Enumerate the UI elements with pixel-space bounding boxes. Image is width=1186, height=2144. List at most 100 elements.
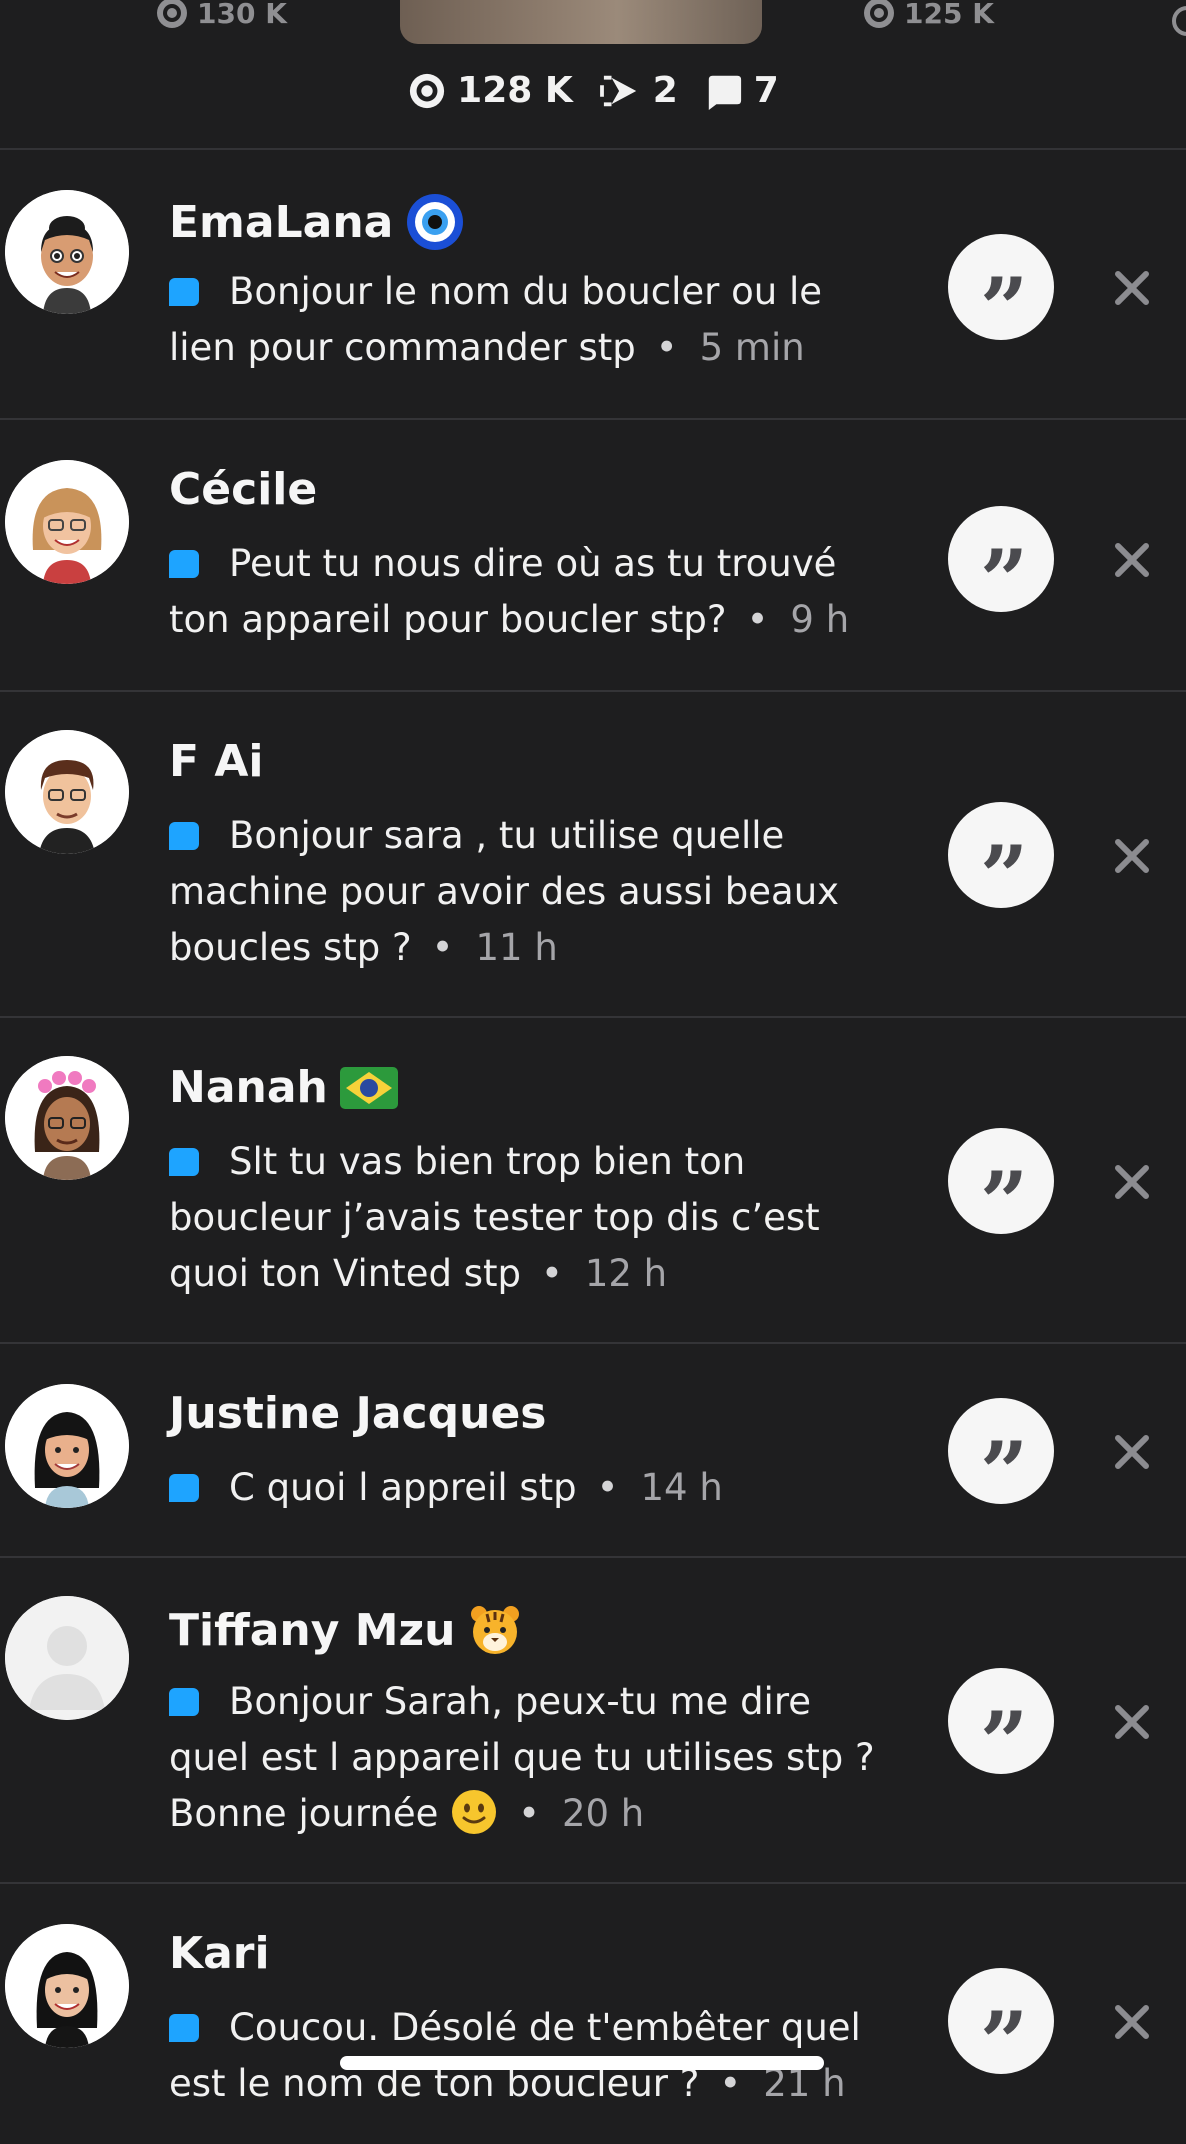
home-indicator[interactable]	[340, 2056, 824, 2070]
reply-row[interactable]: Tiffany Mzu Bonjour Sarah, peux-tu me di…	[0, 1558, 1186, 1884]
chat-bubble-icon	[169, 1688, 199, 1716]
reply-message: C quoi l appreil stp 14 h	[169, 1460, 889, 1516]
author-name: Cécile	[169, 464, 318, 515]
author-name: EmaLana	[169, 196, 394, 248]
avatar[interactable]	[5, 1056, 129, 1180]
author-name: Tiffany Mzu	[169, 1604, 456, 1656]
screenshots-stat[interactable]: 2	[599, 70, 678, 111]
bitmoji-avatar-icon	[5, 1384, 129, 1508]
reply-row[interactable]: Nanah Slt tu vas bien trop bien ton bouc…	[0, 1018, 1186, 1344]
avatar[interactable]	[5, 190, 129, 314]
reply-author[interactable]: Justine Jacques	[169, 1388, 546, 1439]
close-icon	[1115, 1165, 1149, 1199]
author-name: Kari	[169, 1928, 270, 1979]
avatar[interactable]	[5, 1384, 129, 1508]
dismiss-button[interactable]	[1108, 1998, 1156, 2046]
replies-count: 7	[753, 70, 779, 111]
screenshots-count: 2	[652, 70, 678, 111]
slightly-smiling-face-icon	[452, 1790, 497, 1834]
chat-icon	[708, 75, 741, 110]
close-icon	[1115, 839, 1149, 873]
reply-message: Bonjour sara , tu utilise quelle machine…	[169, 808, 889, 976]
message-text: Slt tu vas bien trop bien ton boucleur j…	[169, 1140, 820, 1295]
quote-reply-button[interactable]: ”	[948, 1398, 1054, 1515]
screenshot-icon	[599, 75, 636, 106]
reply-author[interactable]: Kari	[169, 1928, 270, 1979]
reply-message: Slt tu vas bien trop bien ton boucleur j…	[169, 1134, 889, 1302]
reply-message: Bonjour Sarah, peux-tu me dire quel est …	[169, 1674, 889, 1842]
reply-author[interactable]: Tiffany Mzu	[169, 1602, 523, 1658]
brazil-flag-icon	[339, 1066, 398, 1109]
story-stats: 128 K 2 7	[0, 70, 1186, 111]
reply-row[interactable]: Justine Jacques C quoi l appreil stp 14 h…	[0, 1344, 1186, 1558]
avatar[interactable]	[5, 1596, 129, 1720]
chat-bubble-icon	[169, 1474, 199, 1502]
reply-row[interactable]: Cécile Peut tu nous dire où as tu trouvé…	[0, 420, 1186, 692]
reply-row[interactable]: Kari Coucou. Désolé de t'embêter quel es…	[0, 1884, 1186, 2144]
next-views-count: 125 K	[904, 0, 994, 30]
previous-views-count: 130 K	[197, 0, 287, 30]
message-text: Peut tu nous dire où as tu trouvé ton ap…	[169, 542, 837, 641]
dismiss-button[interactable]	[1108, 1158, 1156, 1206]
chat-bubble-icon	[169, 2014, 199, 2042]
avatar[interactable]	[5, 730, 129, 854]
quote-reply-button[interactable]: ”	[948, 802, 1054, 919]
quote-reply-button[interactable]: ”	[948, 234, 1054, 351]
author-name: Justine Jacques	[169, 1388, 547, 1439]
author-name: Nanah	[169, 1062, 328, 1113]
close-icon	[1115, 1705, 1149, 1739]
reply-author[interactable]: EmaLana	[169, 192, 465, 252]
eye-icon	[410, 73, 445, 108]
dismiss-button[interactable]	[1108, 536, 1156, 584]
reply-message: Peut tu nous dire où as tu trouvé ton ap…	[169, 536, 889, 648]
bitmoji-avatar-icon	[5, 1924, 129, 2048]
quote-icon: ”	[979, 1423, 1028, 1522]
reply-author[interactable]: F Ai	[169, 736, 264, 787]
reply-author[interactable]: Nanah	[169, 1062, 398, 1113]
views-count: 128 K	[457, 70, 573, 111]
reply-row[interactable]: EmaLana Bonjour le nom du boucler ou le …	[0, 148, 1186, 420]
quote-icon: ”	[979, 1993, 1028, 2092]
avatar[interactable]	[5, 460, 129, 584]
close-icon	[1115, 2005, 1149, 2039]
replies-stat[interactable]: 7	[704, 70, 779, 111]
quote-icon: ”	[979, 259, 1028, 358]
avatar[interactable]	[5, 1924, 129, 2048]
reply-time: 14 h	[597, 1466, 723, 1509]
quote-icon: ”	[979, 531, 1028, 630]
quote-reply-button[interactable]: ”	[948, 1668, 1054, 1785]
quote-reply-button[interactable]: ”	[948, 1968, 1054, 2085]
quote-icon: ”	[979, 1153, 1028, 1252]
previous-story-views[interactable]: 130 K	[155, 0, 287, 30]
views-stat[interactable]: 128 K	[407, 70, 573, 111]
story-header: 130 K 125 K 128 K 2 7	[0, 0, 1186, 150]
dismiss-button[interactable]	[1108, 1698, 1156, 1746]
reply-author[interactable]: Cécile	[169, 464, 317, 515]
eye-icon	[157, 0, 187, 28]
close-icon	[1115, 543, 1149, 577]
close-icon	[1115, 271, 1149, 305]
reply-row[interactable]: F Ai Bonjour sara , tu utilise quelle ma…	[0, 692, 1186, 1018]
next-story-views[interactable]: 125 K	[862, 0, 994, 30]
reply-time: 12 h	[541, 1252, 667, 1295]
reply-time: 9 h	[747, 598, 850, 641]
chat-bubble-icon	[169, 822, 199, 850]
bitmoji-avatar-icon	[5, 1056, 129, 1180]
close-icon	[1115, 1435, 1149, 1469]
dismiss-button[interactable]	[1108, 832, 1156, 880]
nazar-amulet-icon	[407, 194, 464, 250]
bitmoji-avatar-icon	[5, 730, 129, 854]
chat-bubble-icon	[169, 1148, 199, 1176]
quote-reply-button[interactable]: ”	[948, 1128, 1054, 1245]
edge-eye-icon	[1172, 6, 1186, 36]
dismiss-button[interactable]	[1108, 264, 1156, 312]
dismiss-button[interactable]	[1108, 1428, 1156, 1476]
reply-time: 5 min	[656, 326, 805, 369]
story-thumbnail[interactable]	[400, 0, 762, 44]
quote-reply-button[interactable]: ”	[948, 506, 1054, 623]
quote-icon: ”	[979, 1693, 1028, 1792]
message-text: C quoi l appreil stp	[229, 1466, 577, 1509]
chat-bubble-icon	[169, 550, 199, 578]
bitmoji-avatar-icon	[5, 460, 129, 584]
quote-icon: ”	[979, 827, 1028, 926]
